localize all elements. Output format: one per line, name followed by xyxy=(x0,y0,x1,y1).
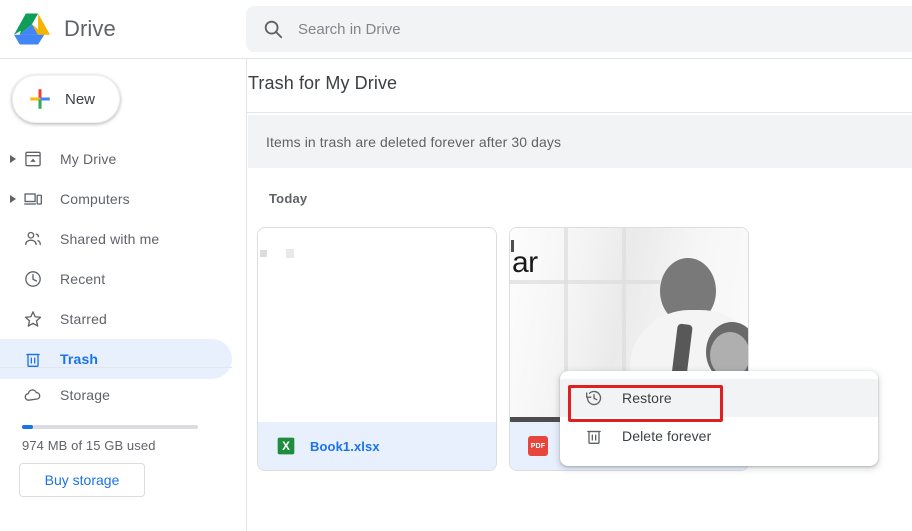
buy-storage-button[interactable]: Buy storage xyxy=(19,463,145,497)
context-menu-item-label: Restore xyxy=(622,390,672,406)
trash-notice-banner: Items in trash are deleted forever after… xyxy=(248,115,912,168)
expand-caret-icon[interactable] xyxy=(6,192,20,206)
sidebar-item-label: Trash xyxy=(60,351,99,367)
context-menu-item-restore[interactable]: Restore xyxy=(560,379,878,417)
search-input[interactable] xyxy=(298,20,904,38)
page-title: Trash for My Drive xyxy=(248,73,398,93)
new-button[interactable]: New xyxy=(12,75,120,123)
pdf-icon: PDF xyxy=(528,436,548,456)
shared-with-me-icon xyxy=(22,228,44,250)
restore-icon xyxy=(586,390,602,406)
section-label-today: Today xyxy=(269,191,308,206)
computers-icon xyxy=(22,188,44,210)
expand-caret-icon[interactable] xyxy=(6,152,20,166)
storage-usage-text: 974 MB of 15 GB used xyxy=(22,438,156,453)
sidebar-item-trash[interactable]: Trash xyxy=(0,339,232,379)
google-drive-logo-icon xyxy=(14,13,50,45)
storage-progress-track xyxy=(22,425,198,429)
clock-icon xyxy=(22,268,44,290)
search-area xyxy=(246,6,912,52)
sidebar-item-label: Starred xyxy=(60,311,107,327)
photo-text-fragment: ar xyxy=(512,246,538,279)
file-card-book1[interactable]: X Book1.xlsx xyxy=(257,227,497,471)
context-menu: Restore Delete forever xyxy=(560,371,878,466)
new-button-label: New xyxy=(65,90,96,108)
search-icon xyxy=(264,20,283,39)
my-drive-icon xyxy=(22,148,44,170)
trash-notice-text: Items in trash are deleted forever after… xyxy=(266,133,562,150)
spreadsheet-mark xyxy=(260,250,267,257)
storage-section: Storage 974 MB of 15 GB used Buy storage xyxy=(0,375,232,497)
file-thumbnail-spreadsheet xyxy=(258,228,496,422)
cloud-icon xyxy=(22,384,44,406)
context-menu-item-delete-forever[interactable]: Delete forever xyxy=(560,417,878,455)
top-bar: Drive xyxy=(0,0,912,58)
excel-icon: X xyxy=(277,437,295,455)
sidebar-item-starred[interactable]: Starred xyxy=(0,299,232,339)
sidebar-item-recent[interactable]: Recent xyxy=(0,259,232,299)
sidebar: New My Drive Computers Shared with me Re… xyxy=(0,59,246,531)
file-name-label: Book1.xlsx xyxy=(310,438,380,454)
file-card-footer: X Book1.xlsx xyxy=(258,422,496,470)
storage-progress-fill xyxy=(22,425,34,429)
brand-area[interactable]: Drive xyxy=(0,0,246,58)
star-icon xyxy=(22,308,44,330)
sidebar-divider xyxy=(0,367,232,368)
title-divider xyxy=(247,112,912,113)
context-menu-item-label: Delete forever xyxy=(622,428,712,444)
spreadsheet-mark xyxy=(286,249,294,258)
storage-row[interactable]: Storage xyxy=(0,375,232,415)
sidebar-nav: My Drive Computers Shared with me Recent… xyxy=(0,139,232,379)
app-title: Drive xyxy=(64,16,116,41)
window-frame-line xyxy=(510,280,660,284)
sidebar-item-shared-with-me[interactable]: Shared with me xyxy=(0,219,232,259)
sidebar-item-my-drive[interactable]: My Drive xyxy=(0,139,232,179)
storage-label: Storage xyxy=(60,387,111,403)
sidebar-item-computers[interactable]: Computers xyxy=(0,179,232,219)
delete-trash-icon xyxy=(587,430,601,444)
sidebar-item-label: Recent xyxy=(60,271,106,287)
search-box[interactable] xyxy=(246,6,912,52)
svg-text:X: X xyxy=(282,440,290,453)
google-plus-icon xyxy=(30,89,50,109)
drive-trash-page: Drive New xyxy=(0,0,912,531)
